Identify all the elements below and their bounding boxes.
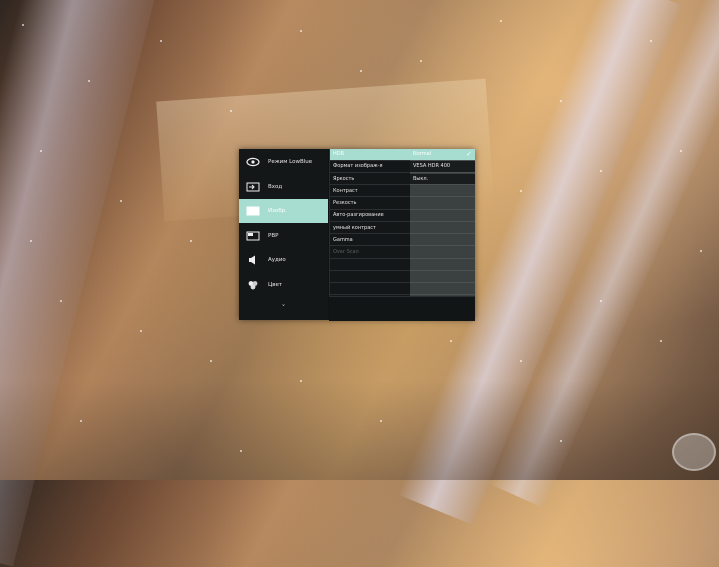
nav-item-label: Изобр. xyxy=(268,208,288,214)
dot xyxy=(300,380,302,382)
dot xyxy=(190,240,192,242)
dot xyxy=(120,200,122,202)
color-icon xyxy=(245,279,261,291)
option-label: Выкл. xyxy=(413,175,429,182)
nav-item-label: Цвет xyxy=(268,281,283,288)
option-label: Normal xyxy=(413,151,432,157)
background-band xyxy=(0,0,164,567)
nav-item[interactable]: Аудио xyxy=(239,248,328,272)
osd-footer xyxy=(329,296,475,321)
osd-options: Normal ✓ VESA HDR 400 Выкл. xyxy=(410,149,475,296)
dot xyxy=(520,190,522,192)
option-item[interactable]: VESA HDR 400 xyxy=(410,161,475,173)
dot xyxy=(560,100,562,102)
submenu-item[interactable]: HDR xyxy=(330,149,410,161)
dot xyxy=(230,110,232,112)
dot xyxy=(210,360,212,362)
dot xyxy=(660,340,662,342)
picture-icon xyxy=(245,205,261,217)
background-band xyxy=(488,0,719,508)
dot xyxy=(300,30,302,32)
submenu-item[interactable]: Gamma xyxy=(330,235,410,247)
dot xyxy=(60,300,62,302)
dot xyxy=(380,420,382,422)
submenu-item[interactable]: Over Scan xyxy=(330,247,410,259)
dot xyxy=(600,170,602,172)
osd-submenu: HDR Формат изображ-я Яркость Контраст Резкос… xyxy=(329,149,410,296)
watermark-logo xyxy=(672,433,716,471)
option-item[interactable]: Normal ✓ xyxy=(410,149,475,161)
dot xyxy=(560,440,562,442)
dot xyxy=(140,330,142,332)
option-item[interactable] xyxy=(410,259,475,271)
nav-item[interactable]: Режим LowBlue xyxy=(239,150,328,174)
option-item[interactable] xyxy=(410,272,475,283)
dot xyxy=(240,450,242,452)
submenu-item[interactable]: Контраст xyxy=(330,186,410,198)
option-item[interactable] xyxy=(410,235,475,247)
dot xyxy=(88,80,90,82)
dot xyxy=(22,24,24,26)
dot xyxy=(700,250,702,252)
option-item[interactable]: Выкл. xyxy=(410,173,475,185)
dot xyxy=(650,40,652,42)
option-label: VESA HDR 400 xyxy=(413,163,451,170)
dot xyxy=(80,420,82,422)
option-item[interactable] xyxy=(410,284,475,296)
background-shadow xyxy=(0,380,719,480)
option-item[interactable] xyxy=(410,247,475,259)
nav-item[interactable]: Вход xyxy=(239,175,328,199)
dot xyxy=(520,360,522,362)
option-item[interactable] xyxy=(410,198,475,210)
submenu-item[interactable]: Яркость xyxy=(330,174,410,185)
submenu-item[interactable]: Формат изображ-я xyxy=(330,161,410,173)
dot xyxy=(30,240,32,242)
dot xyxy=(360,70,362,72)
submenu-item[interactable]: умный контраст xyxy=(330,223,410,234)
submenu-item[interactable]: Авто-разгирование xyxy=(330,210,410,222)
option-item[interactable] xyxy=(410,223,475,234)
osd-main-menu: Режим LowBlue Вход Изобр. PBP Аудио Цвет xyxy=(239,149,328,320)
nav-item[interactable]: Цвет xyxy=(239,273,328,297)
osd-menu: Режим LowBlue Вход Изобр. PBP Аудио Цвет HDR Ф… xyxy=(239,149,475,321)
option-item[interactable] xyxy=(410,186,475,198)
dot xyxy=(420,60,422,62)
nav-item-label: Аудио xyxy=(268,257,286,263)
submenu-item[interactable]: Резкость xyxy=(330,198,410,210)
input-icon xyxy=(245,181,261,193)
pbp-icon xyxy=(245,230,261,242)
dot xyxy=(500,20,502,22)
nav-item[interactable]: Изобр. xyxy=(239,199,328,223)
submenu-item[interactable] xyxy=(330,272,410,283)
more-chevron-icon[interactable]: ˅ xyxy=(239,299,328,317)
checkmark-icon: ✓ xyxy=(466,150,472,158)
eye-icon xyxy=(245,156,261,168)
speaker-icon xyxy=(245,254,261,266)
dot xyxy=(40,150,42,152)
nav-item[interactable]: PBP xyxy=(239,224,328,248)
nav-item-label: PBP xyxy=(268,232,279,239)
dot xyxy=(680,150,682,152)
nav-item-label: Режим LowBlue xyxy=(268,159,313,165)
dot xyxy=(450,340,452,342)
dot xyxy=(600,300,602,302)
dot xyxy=(160,40,162,42)
nav-item-label: Вход xyxy=(268,183,283,190)
submenu-item[interactable] xyxy=(330,284,410,296)
option-item[interactable] xyxy=(410,210,475,222)
submenu-item[interactable] xyxy=(330,259,410,271)
